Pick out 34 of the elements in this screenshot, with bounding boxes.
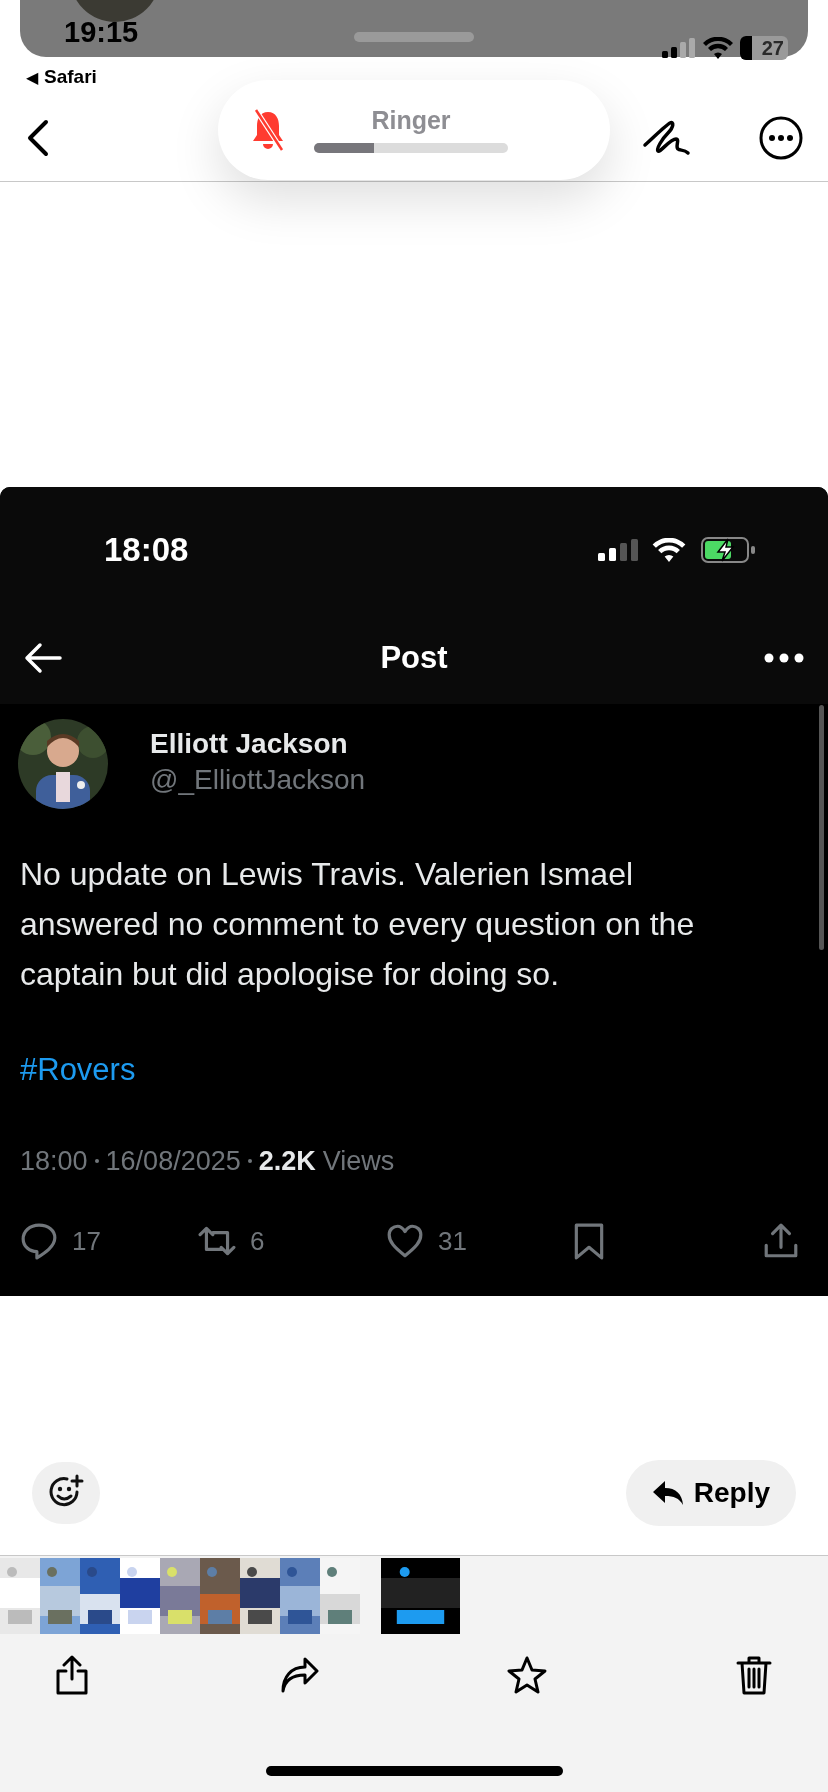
- battery-percentage: 27: [761, 38, 784, 58]
- ringer-volume-track[interactable]: [314, 142, 508, 153]
- ringer-label: Ringer: [371, 107, 451, 133]
- views-count: 2.2K: [258, 1145, 316, 1178]
- author-handle: @_ElliottJackson: [150, 763, 366, 797]
- signal-icon: [662, 38, 696, 58]
- hashtag-link[interactable]: #Rovers: [0, 1045, 828, 1095]
- post-title: Post: [380, 638, 448, 677]
- wifi-icon: [703, 37, 733, 59]
- wifi-icon: [652, 537, 686, 562]
- reply-button[interactable]: Reply: [625, 1460, 796, 1526]
- action-count: 6: [250, 1224, 265, 1258]
- heart-icon[interactable]: [386, 1222, 424, 1260]
- markup-icon[interactable]: [642, 118, 692, 157]
- back-arrow-icon[interactable]: [24, 642, 62, 674]
- action-count: 17: [72, 1224, 101, 1258]
- post-date: 16/08/2025: [105, 1145, 241, 1178]
- post-time: 18:00: [20, 1145, 88, 1178]
- status-time: 18:08: [104, 529, 189, 570]
- trash-icon[interactable]: [734, 1655, 774, 1697]
- author-name: Elliott Jackson: [150, 727, 349, 761]
- reply-icon[interactable]: [20, 1222, 58, 1260]
- more-icon[interactable]: [758, 114, 804, 161]
- more-icon[interactable]: [764, 653, 804, 663]
- back-label[interactable]: Safari: [44, 63, 97, 92]
- action-count: 31: [438, 1224, 467, 1258]
- reply-arrow-icon: [651, 1480, 684, 1506]
- views-label: Views: [322, 1145, 395, 1178]
- drag-handle[interactable]: [354, 32, 474, 42]
- back-arrow[interactable]: ◀: [26, 69, 38, 86]
- signal-icon: [598, 538, 638, 561]
- charging-battery-icon: [700, 535, 756, 564]
- post-text: No update on Lewis Travis. Valerien Ismael answered no comment to every question on the captain but did apologise for doing so.: [19, 855, 696, 994]
- banner-time: 19:15: [64, 18, 139, 47]
